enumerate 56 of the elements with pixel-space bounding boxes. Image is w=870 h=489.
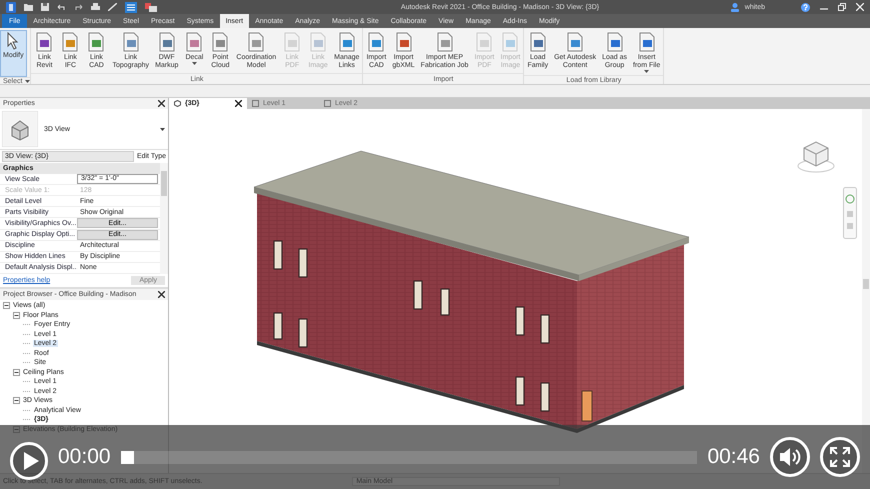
collapse-toggle-icon[interactable] <box>13 312 20 319</box>
save-icon[interactable] <box>41 3 49 11</box>
collapse-toggle-icon[interactable] <box>13 397 20 404</box>
caret-icon[interactable] <box>25 80 30 83</box>
file-icon <box>120 32 141 52</box>
collapse-toggle-icon[interactable] <box>13 368 20 376</box>
scrollbar-thumb[interactable] <box>863 279 869 289</box>
windows-icon[interactable] <box>145 2 157 12</box>
speaker-icon <box>779 447 801 467</box>
folder-icon[interactable] <box>24 3 33 11</box>
plan-icon <box>252 100 259 107</box>
file-icon <box>210 32 230 52</box>
caret-icon <box>644 70 650 73</box>
file-icon <box>34 32 54 52</box>
file-icon <box>528 32 548 52</box>
progress-fill[interactable] <box>120 450 134 464</box>
scrollbar-thumb[interactable] <box>161 171 167 196</box>
volume-button[interactable] <box>770 437 810 477</box>
current-time: 00:00 <box>58 445 111 469</box>
redo-icon[interactable] <box>74 4 83 10</box>
file-icon <box>282 32 302 52</box>
fullscreen-icon <box>830 447 850 467</box>
restore-icon[interactable] <box>838 3 846 11</box>
close-icon[interactable] <box>235 100 242 107</box>
file-icon <box>60 32 80 52</box>
play-icon <box>22 452 38 470</box>
file-icon <box>500 32 520 52</box>
undo-icon[interactable] <box>57 4 66 10</box>
file-icon <box>246 32 266 52</box>
file-icon <box>308 32 328 52</box>
close-icon[interactable] <box>158 100 165 107</box>
plan-icon <box>324 100 331 107</box>
help-icon[interactable] <box>801 2 810 12</box>
close-icon[interactable] <box>158 291 165 298</box>
file-icon <box>156 32 177 52</box>
file-icon <box>434 32 455 52</box>
file-icon <box>184 32 204 52</box>
file-icon <box>474 32 494 52</box>
cursor-icon <box>6 32 20 50</box>
file-icon <box>565 32 586 52</box>
file-icon <box>636 32 657 52</box>
file-icon <box>394 32 414 52</box>
fullscreen-button[interactable] <box>820 437 860 477</box>
app-logo-icon[interactable] <box>6 2 16 12</box>
duration: 00:46 <box>707 445 760 469</box>
print-icon[interactable] <box>91 3 100 11</box>
progress-track[interactable] <box>120 450 698 464</box>
file-icon <box>336 32 357 52</box>
cube-icon <box>174 100 181 107</box>
file-icon <box>604 32 625 52</box>
user-icon[interactable] <box>730 2 739 12</box>
collapse-toggle-icon[interactable] <box>3 302 10 310</box>
file-icon <box>86 32 106 52</box>
file-icon <box>366 32 386 52</box>
caret-icon[interactable] <box>160 128 165 130</box>
caret-icon <box>192 62 197 65</box>
